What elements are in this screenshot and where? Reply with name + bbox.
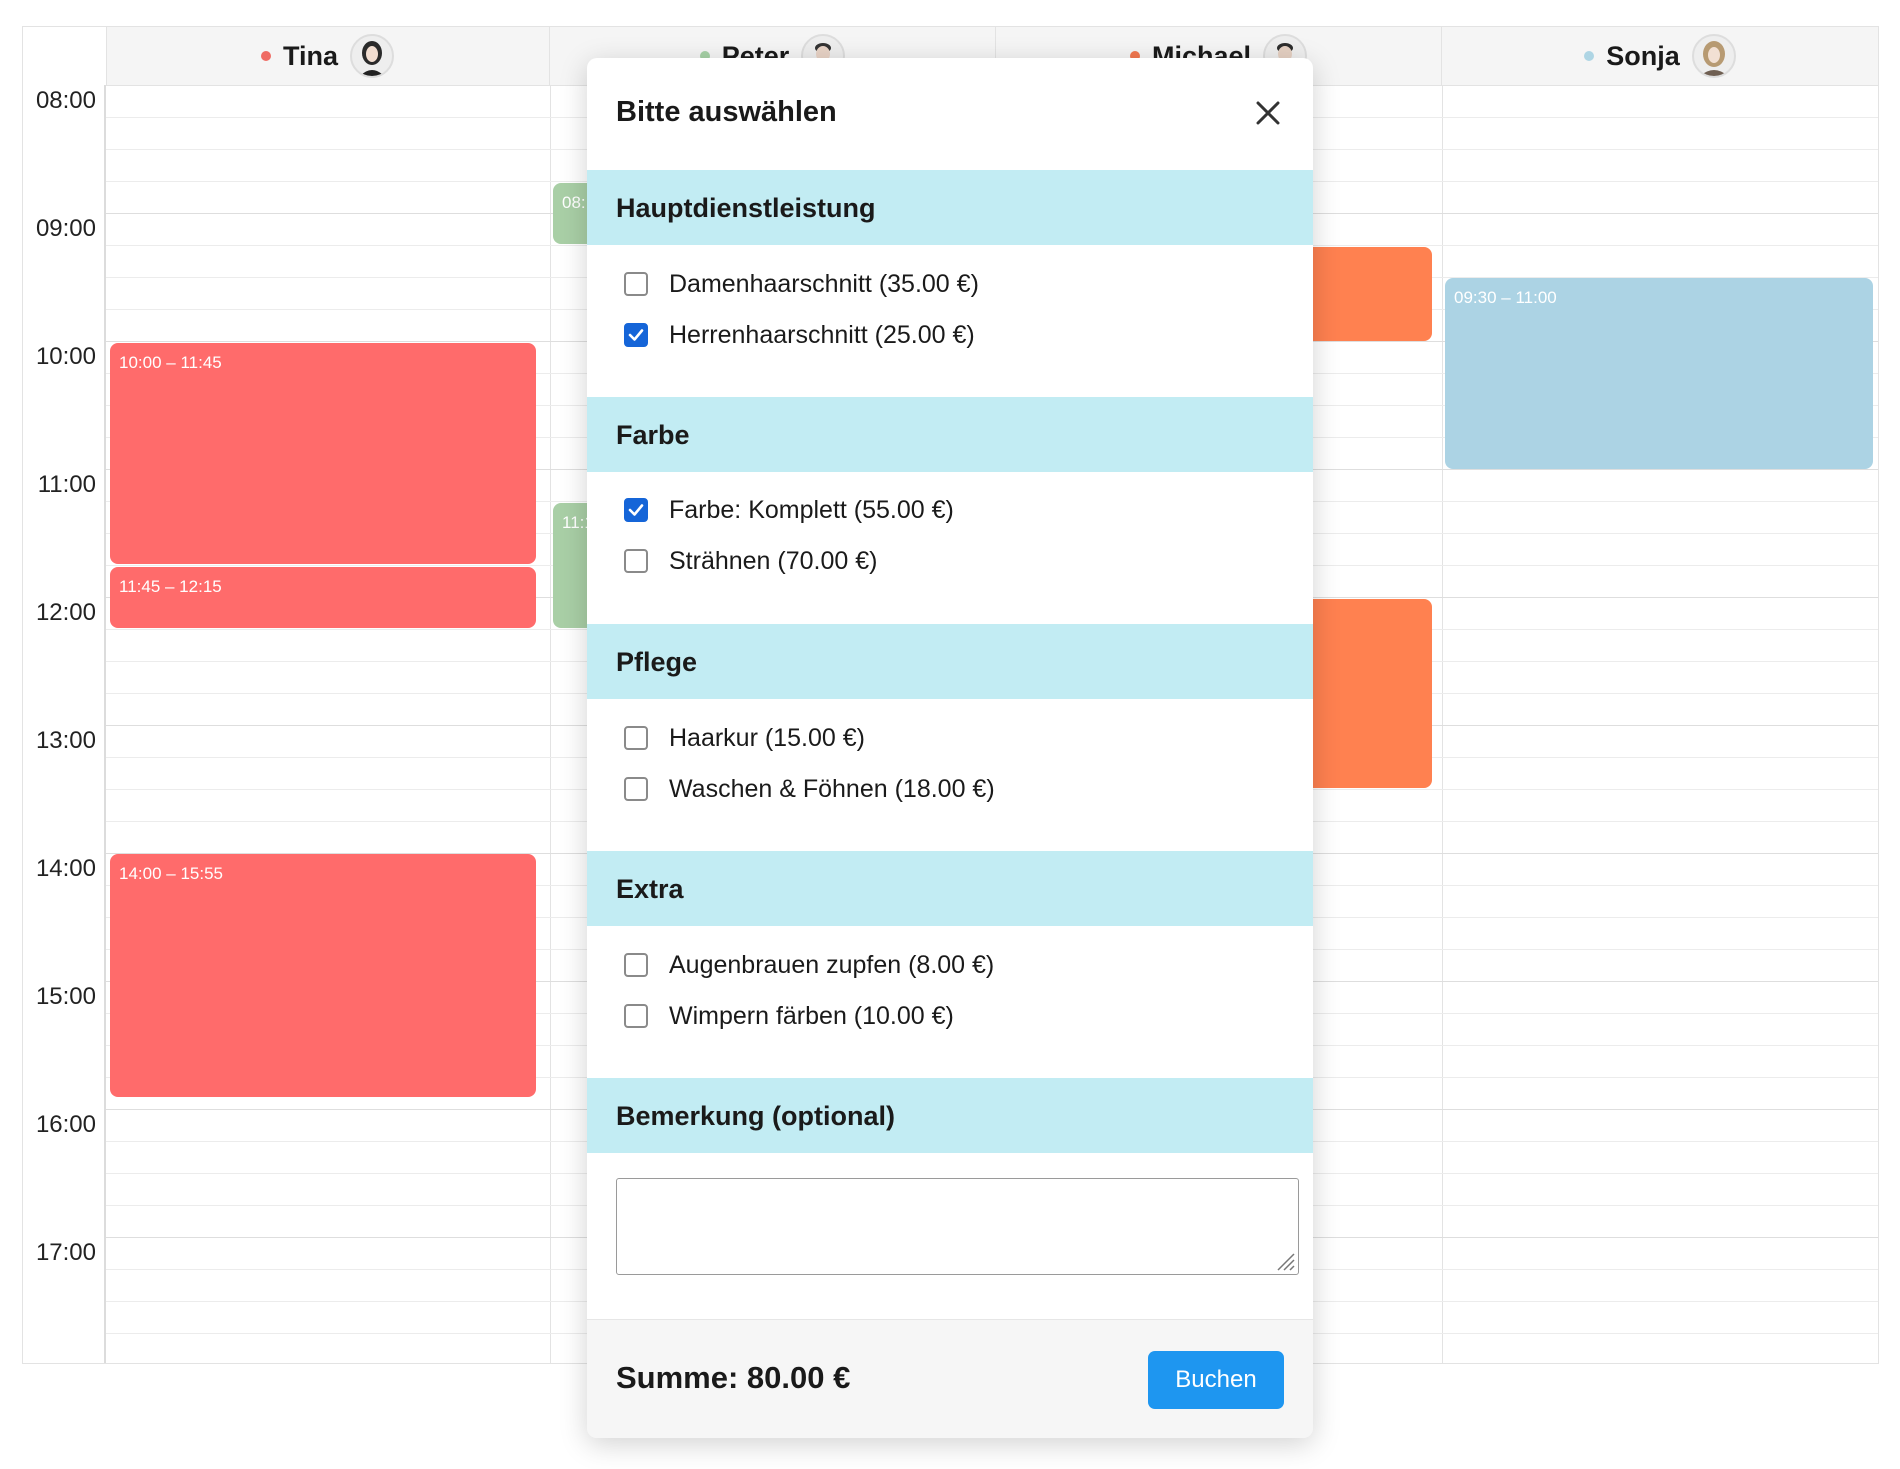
event-time: 10:00 – 11:45 bbox=[119, 353, 222, 372]
checkbox[interactable] bbox=[624, 272, 648, 296]
dialog-footer: Summe: 80.00 € Buchen bbox=[587, 1319, 1313, 1438]
option-damenhaarschnitt[interactable]: Damenhaarschnitt (35.00 €) bbox=[624, 269, 979, 299]
total-sum: Summe: 80.00 € bbox=[616, 1360, 851, 1395]
time-label: 17:00 bbox=[35, 1239, 96, 1266]
appointment-event[interactable]: 11:45 – 12:15 bbox=[110, 567, 536, 628]
staff-column-header-tina[interactable]: Tina bbox=[106, 27, 550, 85]
time-label: 12:00 bbox=[35, 599, 96, 626]
option-waschen-foehnen[interactable]: Waschen & Föhnen (18.00 €) bbox=[624, 774, 995, 804]
option-label: Farbe: Komplett (55.00 €) bbox=[669, 495, 954, 524]
staff-name: Tina bbox=[282, 40, 338, 71]
staff-color-dot bbox=[1584, 51, 1595, 61]
section-header-farbe: Farbe bbox=[587, 397, 1313, 472]
option-haarkur[interactable]: Haarkur (15.00 €) bbox=[624, 723, 865, 753]
section-header-hauptdienstleistung: Hauptdienstleistung bbox=[587, 170, 1313, 245]
avatar bbox=[1691, 34, 1736, 78]
checkmark-icon bbox=[628, 329, 644, 341]
checkbox[interactable] bbox=[624, 953, 648, 977]
appointment-event[interactable]: 09:30 – 11:00 bbox=[1445, 278, 1873, 469]
option-label: Wimpern färben (10.00 €) bbox=[669, 1001, 954, 1030]
option-label: Strähnen (70.00 €) bbox=[669, 546, 878, 575]
option-label: Damenhaarschnitt (35.00 €) bbox=[669, 269, 979, 298]
time-label: 13:00 bbox=[35, 727, 96, 754]
event-time: 14:00 – 15:55 bbox=[119, 864, 223, 883]
staff-column-header-sonja[interactable]: Sonja bbox=[1442, 27, 1878, 85]
staff-name: Sonja bbox=[1606, 40, 1680, 71]
time-label: 09:00 bbox=[35, 215, 96, 242]
close-button[interactable] bbox=[1253, 98, 1283, 128]
checkbox[interactable] bbox=[624, 549, 648, 573]
close-icon bbox=[1256, 101, 1280, 125]
checkbox[interactable] bbox=[624, 777, 648, 801]
section-header-pflege: Pflege bbox=[587, 624, 1313, 699]
dialog-title: Bitte auswählen bbox=[616, 96, 837, 128]
option-herrenhaarschnitt[interactable]: Herrenhaarschnitt (25.00 €) bbox=[624, 320, 975, 350]
time-label: 08:00 bbox=[35, 87, 96, 114]
staff-color-dot bbox=[260, 51, 271, 61]
option-label: Waschen & Föhnen (18.00 €) bbox=[669, 774, 995, 803]
event-time: 11:45 – 12:15 bbox=[119, 577, 222, 596]
section-header-bemerkung: Bemerkung (optional) bbox=[587, 1078, 1313, 1153]
checkbox[interactable] bbox=[624, 1004, 648, 1028]
checkmark-icon bbox=[628, 504, 644, 516]
checkbox[interactable] bbox=[624, 323, 648, 347]
time-label: 16:00 bbox=[35, 1111, 96, 1138]
option-wimpern-faerben[interactable]: Wimpern färben (10.00 €) bbox=[624, 1001, 954, 1031]
option-augenbrauen-zupfen[interactable]: Augenbrauen zupfen (8.00 €) bbox=[624, 950, 994, 980]
remark-textarea[interactable] bbox=[616, 1178, 1299, 1275]
event-time: 08: bbox=[562, 193, 586, 212]
person-icon bbox=[1699, 41, 1728, 76]
checkbox[interactable] bbox=[624, 498, 648, 522]
checkbox[interactable] bbox=[624, 726, 648, 750]
appointment-event[interactable]: 10:00 – 11:45 bbox=[110, 343, 536, 564]
book-button[interactable]: Buchen bbox=[1148, 1351, 1284, 1409]
resize-handle-icon bbox=[1277, 1253, 1295, 1271]
time-column: 08:00 09:00 10:00 11:00 12:00 13:00 14:0… bbox=[23, 85, 106, 1363]
option-straehnen[interactable]: Strähnen (70.00 €) bbox=[624, 546, 877, 576]
option-label: Augenbrauen zupfen (8.00 €) bbox=[669, 950, 995, 979]
section-header-extra: Extra bbox=[587, 851, 1313, 926]
time-label: 15:00 bbox=[35, 983, 96, 1010]
time-label: 11:00 bbox=[37, 471, 96, 498]
option-farbe-komplett[interactable]: Farbe: Komplett (55.00 €) bbox=[624, 495, 954, 525]
time-label: 14:00 bbox=[35, 855, 96, 882]
option-label: Haarkur (15.00 €) bbox=[669, 723, 865, 752]
header-corner bbox=[23, 27, 107, 85]
avatar bbox=[350, 34, 394, 78]
time-label: 10:00 bbox=[35, 343, 96, 370]
event-time: 09:30 – 11:00 bbox=[1454, 288, 1557, 307]
person-icon bbox=[360, 41, 384, 76]
option-label: Herrenhaarschnitt (25.00 €) bbox=[669, 320, 975, 349]
dialog-header: Bitte auswählen bbox=[587, 58, 1313, 170]
appointment-event[interactable]: 14:00 – 15:55 bbox=[110, 854, 536, 1097]
service-selection-dialog: Bitte auswählen Hauptdienstleistung Dame… bbox=[587, 58, 1313, 1438]
